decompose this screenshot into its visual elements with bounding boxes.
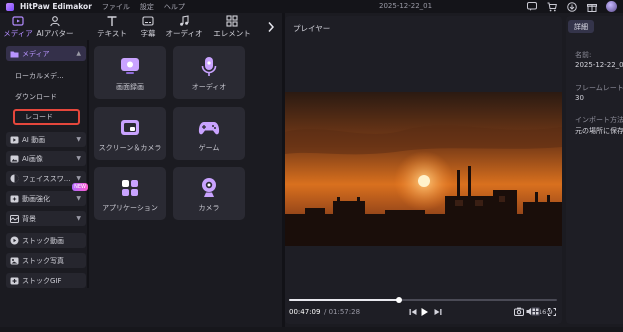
camera-icon: [513, 307, 524, 316]
microphone-icon: [198, 56, 220, 78]
total-time: / 01:57:28: [324, 308, 361, 316]
menu-file[interactable]: ファイル: [102, 2, 130, 12]
player-panel: プレイヤー 00:47:09 / 01:57:28 16:9: [285, 16, 562, 324]
chevron-down-icon: ▼: [76, 155, 81, 162]
chevron-up-icon: ▲: [76, 50, 81, 57]
step-back-button[interactable]: [407, 306, 418, 317]
tool-media[interactable]: メディア: [0, 15, 36, 39]
sidebar-item-stock-video[interactable]: ストック動画: [6, 233, 86, 248]
play-button[interactable]: [419, 306, 430, 317]
stock-photo-icon: [10, 256, 19, 265]
gamepad-icon: [198, 117, 220, 139]
menu-help[interactable]: ヘルプ: [164, 2, 185, 12]
record-options-panel: 画面録画 オーディオ スクリーン＆カメラ ゲーム アプリケーション カメラ: [89, 40, 282, 288]
play-icon: [421, 307, 428, 316]
new-badge: NEW: [72, 183, 88, 191]
top-toolbar: メディア AIアバター テキスト 字幕 オーディオ エレメント: [0, 13, 282, 40]
record-option-application[interactable]: アプリケーション: [94, 167, 166, 220]
toolbar-next-button[interactable]: [264, 19, 278, 35]
step-back-icon: [409, 308, 416, 315]
grid-toggle-button[interactable]: [531, 307, 540, 316]
sidebar-item-ai-video[interactable]: AI 動画 ▼: [6, 132, 86, 147]
detail-framerate-value: 30: [575, 94, 584, 102]
audio-icon: [180, 15, 189, 26]
ai-avatar-icon: [50, 16, 60, 27]
sidebar-item-ai-image[interactable]: AI画像 ▼: [6, 151, 86, 166]
media-icon: [12, 16, 24, 26]
stock-video-icon: [10, 236, 19, 245]
sidebar-item-stock-gif[interactable]: ストックGIF: [6, 273, 86, 288]
sidebar-item-label: メディア: [22, 49, 50, 58]
screen-record-icon: [119, 56, 141, 78]
media-sidebar: メディア ▲ ローカルメデ... ダウンロード レコード AI 動画 ▼ AI画…: [3, 40, 88, 288]
record-option-camera[interactable]: カメラ: [173, 167, 245, 220]
details-panel: 詳細 名前: 2025-12-22_01 フレームレート 30 インポート方法 …: [566, 16, 623, 324]
chevron-down-icon: ▼: [76, 195, 81, 202]
element-icon: [226, 15, 238, 27]
tool-element[interactable]: エレメント: [213, 15, 251, 39]
app-logo-icon: [6, 2, 14, 11]
face-swap-icon: [10, 174, 19, 183]
sidebar-item-background[interactable]: 背景 ▼: [6, 211, 86, 226]
ai-video-icon: [10, 135, 19, 144]
application-icon: [119, 177, 141, 199]
folder-icon: [10, 49, 19, 58]
tool-ai-avatar[interactable]: AIアバター: [36, 15, 74, 39]
project-name: 2025-12-22_01: [379, 2, 433, 10]
chevron-down-icon: ▼: [76, 175, 81, 182]
menu-settings[interactable]: 設定: [140, 2, 154, 12]
detail-framerate-label: フレームレート: [575, 84, 623, 92]
sidebar-item-media[interactable]: メディア ▲: [6, 46, 86, 61]
progress-handle[interactable]: [395, 297, 402, 303]
gift-icon[interactable]: [586, 1, 597, 12]
screen-camera-icon: [119, 117, 141, 139]
record-option-audio[interactable]: オーディオ: [173, 46, 245, 99]
grid-icon: [532, 308, 539, 315]
sidebar-sub-record[interactable]: レコード: [13, 109, 80, 125]
progress-fill: [289, 299, 399, 301]
fullscreen-button[interactable]: [547, 307, 556, 316]
player-title: プレイヤー: [293, 24, 331, 33]
tool-audio[interactable]: オーディオ: [166, 15, 203, 39]
record-option-screen-camera[interactable]: スクリーン＆カメラ: [94, 107, 166, 160]
current-time: 00:47:09: [289, 308, 321, 316]
video-preview[interactable]: [285, 92, 562, 246]
detail-name-value: 2025-12-22_01: [575, 61, 623, 69]
message-icon[interactable]: [526, 1, 537, 12]
sidebar-item-video-enhance[interactable]: 動画強化 NEW ▼: [6, 183, 88, 206]
tool-text[interactable]: テキスト: [94, 15, 130, 39]
chevron-down-icon: ▼: [76, 215, 81, 222]
sidebar-sub-local-media[interactable]: ローカルメデ...: [15, 71, 64, 81]
detail-name-label: 名前:: [575, 51, 592, 59]
timeline-toolbar: [0, 327, 623, 332]
record-option-game[interactable]: ゲーム: [173, 107, 245, 160]
record-option-screen[interactable]: 画面録画: [94, 46, 166, 99]
video-enhance-icon: [10, 194, 19, 203]
detail-import-value: 元の場所に保存: [575, 127, 623, 135]
user-avatar[interactable]: [606, 1, 617, 12]
snapshot-button[interactable]: [513, 306, 524, 317]
download-icon[interactable]: [566, 1, 577, 12]
stock-gif-icon: [10, 276, 19, 285]
subtitle-icon: [142, 16, 154, 26]
fullscreen-icon: [547, 307, 556, 316]
background-icon: [10, 214, 19, 223]
text-icon: [107, 16, 117, 26]
webcam-icon: [198, 177, 220, 199]
detail-import-label: インポート方法: [575, 116, 623, 124]
cart-icon[interactable]: [546, 1, 557, 12]
step-forward-icon: [434, 308, 441, 315]
sidebar-sub-download[interactable]: ダウンロード: [15, 92, 57, 102]
tab-details[interactable]: 詳細: [568, 20, 594, 33]
tool-subtitle[interactable]: 字幕: [130, 15, 166, 39]
chevron-right-icon: [268, 22, 275, 32]
chevron-down-icon: ▼: [76, 136, 81, 143]
app-name: HitPaw Edimakor: [20, 2, 92, 11]
playback-progress-bar[interactable]: [289, 297, 557, 303]
step-forward-button[interactable]: [432, 306, 443, 317]
sidebar-item-stock-photo[interactable]: ストック写真: [6, 253, 86, 268]
ai-image-icon: [10, 154, 19, 163]
title-bar: HitPaw Edimakor ファイル 設定 ヘルプ 2025-12-22_0…: [0, 0, 623, 13]
